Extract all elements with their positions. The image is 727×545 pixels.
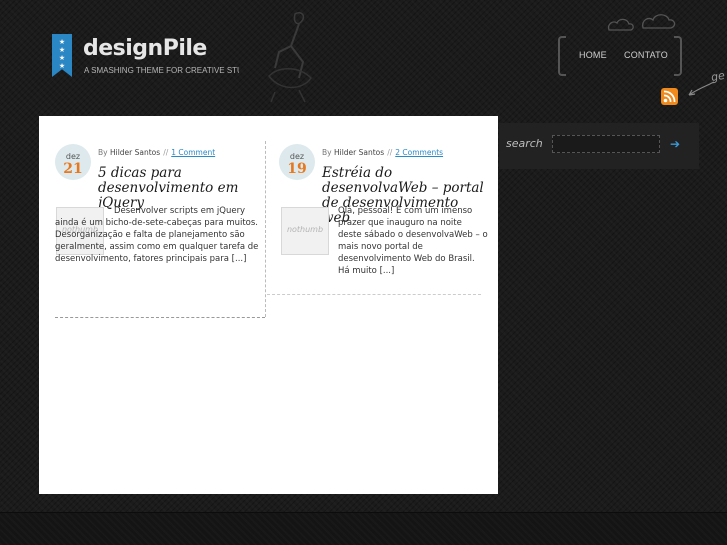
post-author: Hilder Santos <box>109 148 161 157</box>
rider-doodle-icon <box>268 11 312 103</box>
post-divider <box>267 294 481 295</box>
star-icon: ★ <box>58 38 66 46</box>
nav-item-contato[interactable]: CONTATO <box>624 50 668 60</box>
comments-link[interactable]: 2 Comments <box>395 148 443 157</box>
date-badge: dez 19 <box>279 144 315 180</box>
date-month: dez <box>289 152 305 161</box>
search-input[interactable] <box>552 135 660 153</box>
date-badge: dez 21 <box>55 144 91 180</box>
post-author: Hilder Santos <box>333 148 385 157</box>
post-meta: By Hilder Santos//1 Comment <box>98 148 215 157</box>
meta-separator: // <box>163 148 169 157</box>
rss-icon[interactable] <box>661 88 678 105</box>
site-tagline: A SMASHING THEME FOR CREATIVE STUF <box>84 66 239 75</box>
main-nav: HOME CONTATO <box>558 36 682 76</box>
date-day: 19 <box>287 161 307 177</box>
post-meta: By Hilder Santos//2 Comments <box>322 148 443 157</box>
comments-link[interactable]: 1 Comment <box>171 148 215 157</box>
footer-band <box>0 512 727 545</box>
post-divider <box>55 317 265 318</box>
star-icon: ★ <box>58 46 66 54</box>
post-excerpt: Desenvolver scripts em jQuery ainda é um… <box>55 206 259 264</box>
logo-ribbon-icon[interactable]: ★ ★ ★ ★ <box>52 34 72 77</box>
post-thumbnail[interactable]: nothumb <box>281 207 329 255</box>
clouds-doodle-icon <box>607 14 676 31</box>
post-excerpt: Olá, pessoal! É com um imenso prazer que… <box>338 206 488 276</box>
meta-by: By <box>322 148 332 157</box>
nav-item-home[interactable]: HOME <box>579 50 607 60</box>
star-icon: ★ <box>58 62 66 70</box>
main-content: dez 21 By Hilder Santos//1 Comment 5 dic… <box>39 116 498 494</box>
date-day: 21 <box>63 161 83 177</box>
date-month: dez <box>65 152 81 161</box>
search-label: search <box>506 137 543 150</box>
arrow-right-icon[interactable]: ➔ <box>668 137 682 151</box>
nav-bracket-left <box>558 36 566 76</box>
column-divider <box>265 141 266 317</box>
nav-bracket-right <box>674 36 682 76</box>
arrow-doodle-icon <box>688 81 715 96</box>
meta-by: By <box>98 148 108 157</box>
site-title[interactable]: designPile <box>83 36 207 61</box>
meta-separator: // <box>387 148 393 157</box>
thumb-placeholder-text: nothumb <box>286 225 324 234</box>
star-icon: ★ <box>58 54 66 62</box>
